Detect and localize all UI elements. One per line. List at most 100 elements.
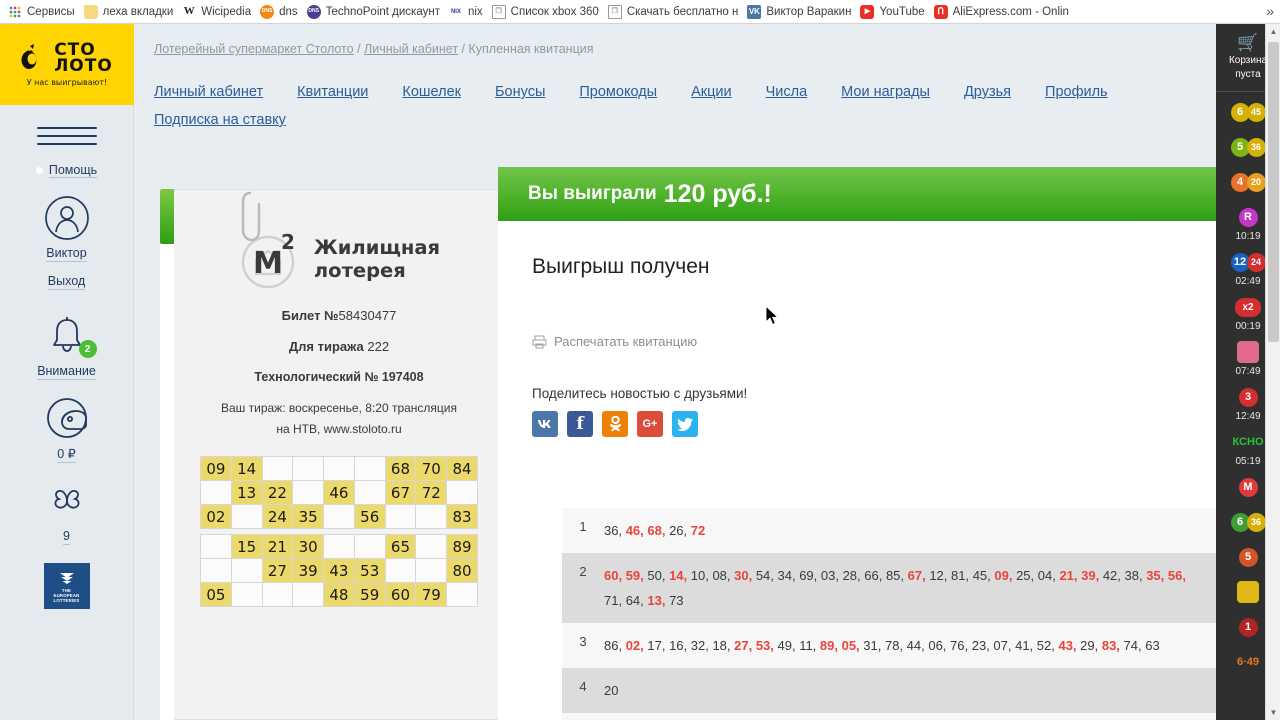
bookmark-item[interactable]: VK Виктор Варакин bbox=[745, 2, 858, 22]
sidebar-item-wallet[interactable]: 0 ₽ bbox=[0, 394, 133, 463]
bookmark-item[interactable]: DNS dns bbox=[258, 2, 305, 22]
number-plain: 73 bbox=[669, 593, 684, 608]
tour-numbers: 86, 02, 17, 16, 32, 18, 27, 53, 49, 11, … bbox=[604, 633, 1160, 658]
nav-link-0[interactable]: Личный кабинет bbox=[154, 78, 263, 106]
bookmark-item[interactable]: ▶ YouTube bbox=[858, 2, 931, 22]
breadcrumb-sep-2: / bbox=[458, 42, 469, 56]
nav-link-7[interactable]: Мои награды bbox=[841, 78, 930, 106]
nav-link-5[interactable]: Акции bbox=[691, 78, 732, 106]
logo-tagline: У нас выигрывают! bbox=[26, 78, 108, 87]
svg-text:2: 2 bbox=[281, 230, 295, 254]
breadcrumb-item-1[interactable]: Лотерейный супермаркет Столото bbox=[154, 42, 354, 56]
share-vk-icon[interactable] bbox=[532, 411, 558, 437]
bookmark-item[interactable]: ❐ Скачать бесплатно н bbox=[606, 2, 746, 22]
grid-cell-empty bbox=[200, 534, 232, 559]
grid-cell-marked: 35 bbox=[292, 504, 325, 529]
sidebar-item-bonuses[interactable]: 9 bbox=[0, 477, 133, 545]
nav-link-4[interactable]: Промокоды bbox=[579, 78, 657, 106]
gosloto-6-45-icon: 6 45 bbox=[1228, 97, 1268, 127]
number-plain: 06, bbox=[928, 638, 951, 653]
nav-link-10[interactable]: Подписка на ставку bbox=[154, 106, 1145, 134]
share-title: Поделитесь новостью с друзьями! bbox=[532, 386, 748, 401]
wallet-icon bbox=[46, 398, 87, 438]
grid-cell-marked: 46 bbox=[323, 480, 355, 505]
number-hit: 05, bbox=[841, 638, 864, 653]
draw-number-label: Для тиража bbox=[288, 339, 364, 354]
number-hit: 35, bbox=[1146, 568, 1168, 583]
share-google-plus-icon[interactable]: G+ bbox=[637, 411, 663, 437]
grid-cell-marked: 27 bbox=[261, 558, 294, 583]
number-plain: 23, bbox=[971, 638, 994, 653]
page-scrollbar[interactable]: ▲ ▼ bbox=[1265, 24, 1280, 720]
scrollbar-up-arrow[interactable]: ▲ bbox=[1266, 24, 1280, 39]
number-plain: 28, bbox=[842, 568, 865, 583]
bookmark-item[interactable]: W Wicipedia bbox=[180, 2, 258, 22]
number-plain: 11, bbox=[799, 638, 820, 653]
help-label: Помощь bbox=[48, 163, 98, 178]
number-plain: 07, bbox=[993, 638, 1016, 653]
bookmark-item[interactable]: леха вкладки bbox=[82, 2, 181, 22]
scrollbar-down-arrow[interactable]: ▼ bbox=[1266, 705, 1280, 720]
share-twitter-icon[interactable] bbox=[672, 411, 698, 437]
bookmark-label: dns bbox=[279, 5, 298, 18]
sidebar-item-notifications[interactable]: 2 Внимание bbox=[0, 312, 133, 380]
bookmark-label: Wicipedia bbox=[201, 5, 252, 18]
top-3-icon: 3 bbox=[1228, 382, 1268, 412]
game-ball-right: 45 bbox=[1246, 102, 1266, 122]
bookmark-label: nix bbox=[467, 5, 483, 18]
sidebar-item-user[interactable]: Виктор bbox=[0, 194, 133, 262]
tour-row: 3 86, 02, 17, 16, 32, 18, 27, 53, 49, 11,… bbox=[562, 623, 1216, 668]
nav-link-2[interactable]: Кошелек bbox=[402, 78, 461, 106]
bookmark-label: AliExpress.com - Onlin bbox=[952, 5, 1069, 18]
grid-cell-marked: 30 bbox=[292, 534, 325, 559]
bookmark-item[interactable]: Сервисы bbox=[6, 2, 82, 22]
grid-cell-marked: 09 bbox=[200, 456, 232, 481]
nav-link-1[interactable]: Квитанции bbox=[297, 78, 368, 106]
logout-button[interactable]: Выход bbox=[0, 272, 133, 290]
sidebar-item-help[interactable]: Помощь bbox=[0, 163, 133, 178]
nav-link-9[interactable]: Профиль bbox=[1045, 78, 1108, 106]
menu-hamburger-icon[interactable] bbox=[36, 127, 97, 145]
number-plain: 29, bbox=[1080, 638, 1102, 653]
share-odnoklassniki-icon[interactable] bbox=[602, 411, 628, 437]
win-banner-amount: 120 руб.! bbox=[663, 179, 772, 208]
browser-bookmark-bar: Сервисы леха вкладки W Wicipedia DNS dns DNS Te… bbox=[0, 0, 1280, 24]
grid-cell-empty bbox=[384, 558, 417, 583]
grid-row: 15 21 30 65 89 bbox=[200, 534, 478, 559]
number-hit: 67, bbox=[907, 568, 930, 583]
ticket-number-grid: 09 14 68 70 84 13 22 46 67 72 02 24 35 56 83 15 21 30 65 89… bbox=[200, 456, 478, 607]
share-facebook-icon[interactable]: f bbox=[567, 411, 593, 437]
bookmark-overflow-button[interactable]: » bbox=[1266, 3, 1274, 19]
bookmark-item[interactable]: NIX nix bbox=[447, 2, 490, 22]
grid-cell-empty bbox=[384, 504, 417, 529]
svg-text:M: M bbox=[253, 246, 283, 281]
bookmark-item[interactable]: Ո AliExpress.com - Onlin bbox=[932, 2, 1076, 22]
breadcrumb-item-2[interactable]: Личный кабинет bbox=[364, 42, 458, 56]
nav-link-8[interactable]: Друзья bbox=[964, 78, 1011, 106]
grid-row: 13 22 46 67 72 bbox=[200, 480, 478, 505]
grid-cell-empty bbox=[261, 582, 294, 607]
share-buttons: f G+ bbox=[498, 401, 1216, 437]
grid-cell-marked: 67 bbox=[384, 480, 417, 505]
game-ball bbox=[1237, 581, 1259, 603]
bookmark-item[interactable]: ❐ Список xbox 360 bbox=[490, 2, 606, 22]
grid-cell-empty bbox=[323, 534, 355, 559]
gosloto-5-36-icon: 5 36 bbox=[1228, 132, 1268, 162]
stoloto-logo[interactable]: СТО ЛОТО У нас выигрывают! bbox=[0, 24, 134, 105]
grid-cell-marked: 02 bbox=[200, 504, 232, 529]
main-content: Лотерейный супермаркет Столото / Личный … bbox=[135, 24, 1216, 720]
nav-link-6[interactable]: Числа bbox=[766, 78, 808, 106]
breadcrumb: Лотерейный супермаркет Столото / Личный … bbox=[135, 24, 1216, 56]
number-hit: 59, bbox=[625, 568, 648, 583]
print-receipt-button[interactable]: Распечатать квитанцию bbox=[498, 279, 1216, 349]
bookmark-label: YouTube bbox=[879, 5, 925, 18]
number-hit: 56, bbox=[1167, 568, 1186, 583]
grid-cell-marked: 15 bbox=[230, 534, 263, 559]
number-plain: 76, bbox=[950, 638, 972, 653]
6-49-icon: 6·49 bbox=[1228, 647, 1268, 677]
nav-link-3[interactable]: Бонусы bbox=[495, 78, 545, 106]
bookmark-item[interactable]: DNS TechnoPoint дискаунт bbox=[305, 2, 447, 22]
ticket-left-edge bbox=[160, 189, 175, 720]
scrollbar-thumb[interactable] bbox=[1268, 42, 1279, 342]
number-plain: 69, bbox=[799, 568, 821, 583]
